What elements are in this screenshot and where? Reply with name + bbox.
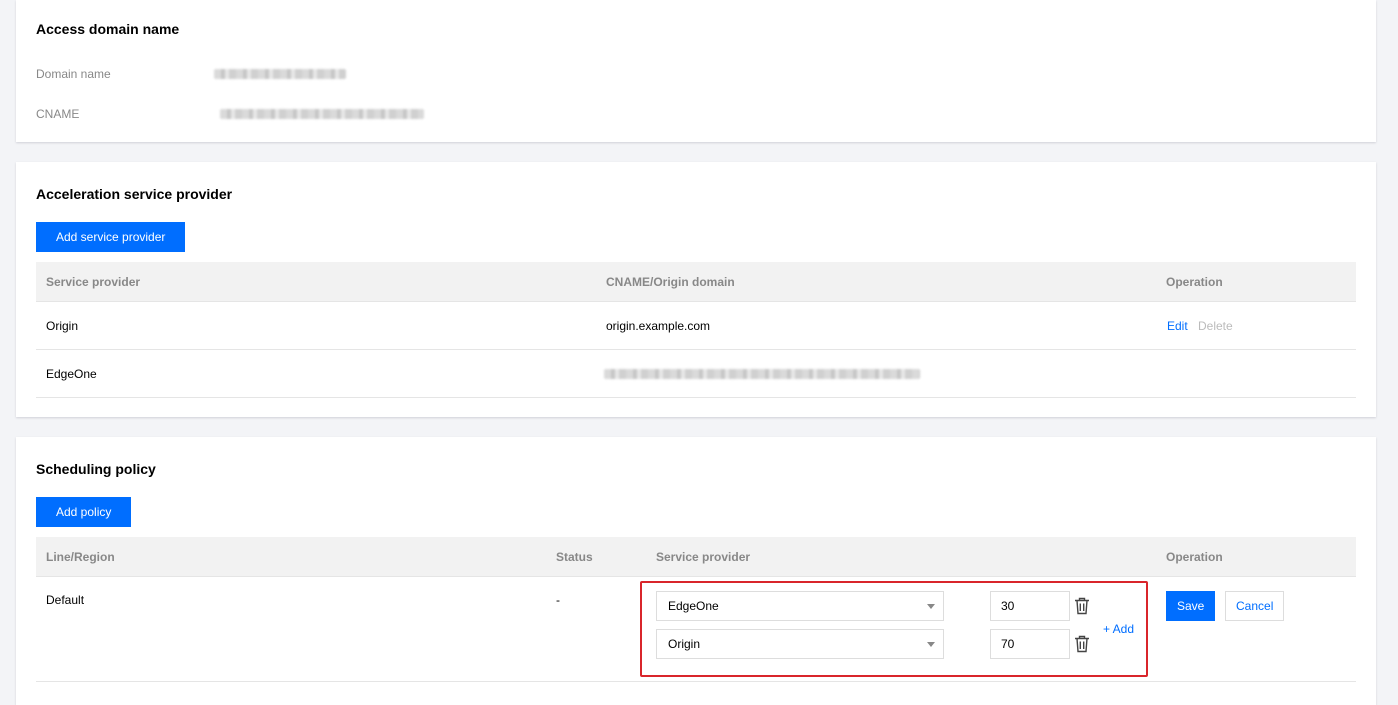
scheduling-policy-table: Line/Region Status Service provider Oper… <box>36 537 1356 682</box>
service-provider-title: Acceleration service provider <box>36 186 233 202</box>
table-row: Origin origin.example.com Edit Delete <box>36 302 1356 350</box>
chevron-down-icon <box>927 604 935 609</box>
service-provider-card: Acceleration service provider Add servic… <box>16 162 1376 417</box>
add-service-provider-button[interactable]: Add service provider <box>36 222 186 252</box>
weight-input-2[interactable] <box>990 629 1070 659</box>
provider-select-1[interactable]: EdgeOne <box>656 591 944 621</box>
access-domain-card: Access domain name Domain name CNAME <box>16 0 1376 142</box>
cname-label: CNAME <box>36 107 80 121</box>
provider-select-2[interactable]: Origin <box>656 629 944 659</box>
table-row: Default - EdgeOne Origin + Add Save Canc… <box>36 577 1356 682</box>
edit-link[interactable]: Edit <box>1167 319 1188 333</box>
header-service-provider: Service provider <box>46 275 141 289</box>
trash-icon[interactable] <box>1074 597 1090 615</box>
scheduling-policy-card: Scheduling policy Add policy Line/Region… <box>16 437 1376 705</box>
domain-name-label: Domain name <box>36 67 111 81</box>
table-row: EdgeOne <box>36 350 1356 398</box>
access-domain-title: Access domain name <box>36 21 180 37</box>
delete-link[interactable]: Delete <box>1198 319 1233 333</box>
header-line-region: Line/Region <box>46 550 115 564</box>
add-entry-link[interactable]: + Add <box>1103 622 1134 636</box>
status-value: - <box>556 593 560 607</box>
line-region-value: Default <box>46 593 85 607</box>
service-provider-table: Service provider CNAME/Origin domain Ope… <box>36 262 1356 398</box>
trash-icon[interactable] <box>1074 635 1090 653</box>
save-button[interactable]: Save <box>1166 591 1216 621</box>
chevron-down-icon <box>927 642 935 647</box>
scheduling-policy-table-header: Line/Region Status Service provider Oper… <box>36 537 1356 577</box>
edgeone-cname-redacted <box>604 369 920 379</box>
origin-domain: origin.example.com <box>606 319 711 333</box>
header-service-provider: Service provider <box>656 550 751 564</box>
domain-name-value-redacted <box>214 69 346 79</box>
header-status: Status <box>556 550 593 564</box>
provider-select-2-value: Origin <box>668 637 701 651</box>
scheduling-policy-title: Scheduling policy <box>36 461 156 477</box>
header-operation: Operation <box>1166 275 1223 289</box>
cname-value-redacted <box>220 109 424 119</box>
header-operation: Operation <box>1166 550 1223 564</box>
header-cname-origin-domain: CNAME/Origin domain <box>606 275 735 289</box>
cancel-button[interactable]: Cancel <box>1225 591 1285 621</box>
provider-name: EdgeOne <box>46 367 97 381</box>
provider-name: Origin <box>46 319 79 333</box>
provider-select-1-value: EdgeOne <box>668 599 719 613</box>
weight-input-1[interactable] <box>990 591 1070 621</box>
add-policy-button[interactable]: Add policy <box>36 497 132 527</box>
service-provider-table-header: Service provider CNAME/Origin domain Ope… <box>36 262 1356 302</box>
